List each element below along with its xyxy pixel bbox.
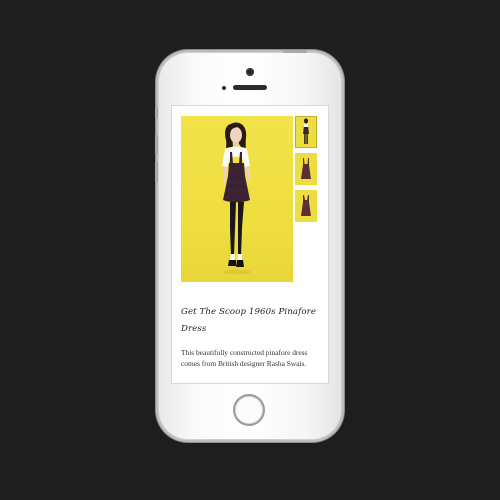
product-main-image[interactable] [181, 116, 293, 282]
mute-switch [155, 107, 158, 119]
dress-back-thumbnail-image [301, 195, 311, 216]
earpiece-speaker [233, 85, 267, 90]
model-full-length-thumbnail-image [303, 118, 309, 144]
thumbnail-dress-front[interactable] [295, 153, 317, 185]
front-camera [246, 68, 254, 76]
volume-up-button [155, 135, 158, 155]
phone-screen: Get The Scoop 1960s Pinafore Dress This … [172, 106, 328, 383]
product-description: This beautifully constructed pinafore dr… [181, 348, 308, 368]
product-title: Get The Scoop 1960s Pinafore Dress [181, 307, 317, 334]
power-button [283, 50, 307, 53]
home-button[interactable] [233, 394, 265, 426]
volume-down-button [155, 162, 158, 182]
model-in-pinafore-dress-photo [222, 122, 251, 275]
thumbnail-dress-back[interactable] [295, 190, 317, 222]
dress-front-thumbnail-image [301, 158, 311, 179]
proximity-sensor [222, 86, 226, 90]
thumbnail-model-full-length[interactable] [295, 116, 317, 148]
